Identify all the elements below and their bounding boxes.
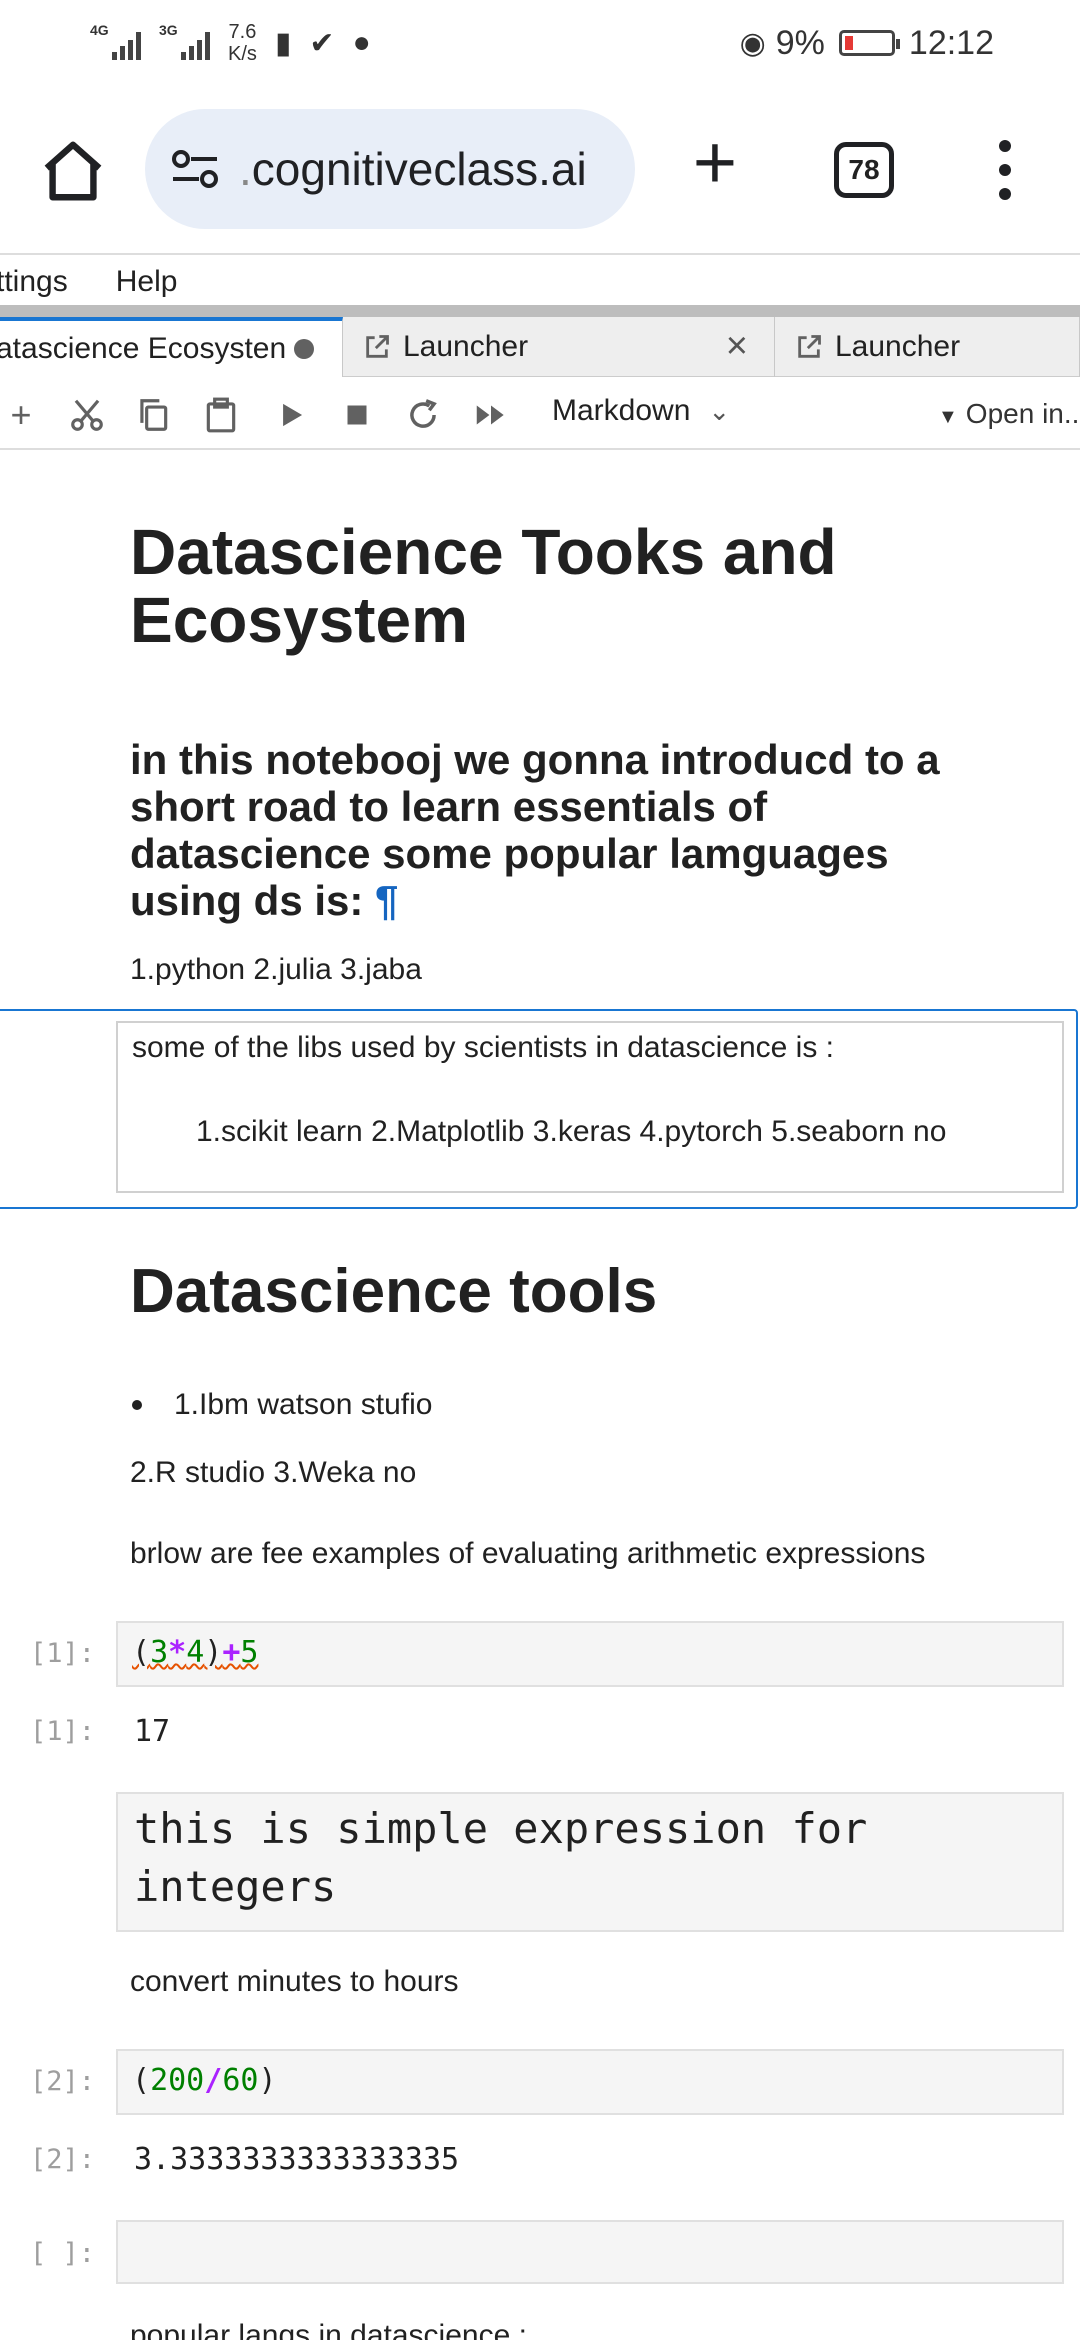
langs-text: 1.python 2.julia 3.jaba xyxy=(130,953,422,986)
home-icon[interactable] xyxy=(38,136,108,206)
new-tab-button[interactable]: + xyxy=(680,125,750,201)
site-settings-icon[interactable] xyxy=(169,149,221,189)
run-icon[interactable] xyxy=(272,396,310,434)
paste-icon[interactable] xyxy=(202,396,240,434)
status-bar: 4G 3G 7.6 K/s ▮ ✔ ● ◉ 9% 12:12 xyxy=(0,0,1080,86)
tab-launcher-1[interactable]: Launcher × xyxy=(343,317,775,377)
network-speed: 7.6 K/s xyxy=(228,21,257,65)
open-in-dropdown[interactable]: ▼ Open in... xyxy=(938,398,1080,430)
url-text[interactable]: .cognitiveclass.ai xyxy=(239,142,587,196)
notebook-tabbar: atascience Ecosysten Launcher × Launcher xyxy=(0,317,1080,377)
markdown-editor[interactable]: some of the libs used by scientists in d… xyxy=(116,1021,1064,1193)
chevron-down-icon: ⌄ xyxy=(708,395,731,426)
launch-icon xyxy=(366,335,389,358)
status-right: ◉ 9% 12:12 xyxy=(740,24,994,63)
examples-text: brlow are fee examples of evaluating ari… xyxy=(130,1537,926,1570)
notebook-toolbar: + Markdown ⌄ ▼ Open in... xyxy=(0,380,1080,450)
anchor-link-icon[interactable]: ¶ xyxy=(375,877,398,924)
browser-toolbar: .cognitiveclass.ai + 78 xyxy=(0,100,1080,240)
raw-cell[interactable]: this is simple expression for integers xyxy=(116,1792,1064,1932)
convert-text: convert minutes to hours xyxy=(130,1965,459,1998)
notebook-area[interactable]: Datascience Tooks and Ecosystem in this … xyxy=(0,452,1080,2340)
out2-prompt: [2]: xyxy=(30,2144,96,2175)
menu-settings[interactable]: ttings xyxy=(0,265,68,299)
jupyter-menubar: ttings Help xyxy=(0,253,1080,309)
eye-icon: ◉ xyxy=(739,26,766,60)
code-cell-2[interactable]: (200/60) xyxy=(116,2049,1064,2115)
add-cell-icon[interactable]: + xyxy=(2,396,40,434)
caret-down-icon: ▼ xyxy=(938,406,958,428)
alert-icon: ▮ xyxy=(274,26,292,60)
output-2: 3.3333333333333335 xyxy=(134,2142,460,2177)
close-tab-icon[interactable]: × xyxy=(726,327,748,365)
cell2-prompt: [2]: xyxy=(30,2066,96,2097)
restart-icon[interactable] xyxy=(404,396,442,434)
code-cell-3[interactable] xyxy=(116,2220,1064,2284)
bottom-text: popular langs in datascience : xyxy=(130,2319,527,2340)
launch-icon xyxy=(798,335,821,358)
tools-rest-text: 2.R studio 3.Weka no xyxy=(130,1456,417,1489)
clock: 12:12 xyxy=(908,23,994,62)
chat-icon: ● xyxy=(352,26,371,59)
notebook-title: Datascience Tooks and Ecosystem xyxy=(130,516,837,656)
bullet-dot xyxy=(132,1400,142,1410)
tab-launcher-2[interactable]: Launcher xyxy=(775,317,1080,377)
output-1: 17 xyxy=(134,1714,171,1749)
copy-icon[interactable] xyxy=(134,396,172,434)
out1-prompt: [1]: xyxy=(30,1716,96,1747)
menu-help[interactable]: Help xyxy=(116,265,178,299)
address-bar[interactable]: .cognitiveclass.ai xyxy=(145,109,635,229)
stop-icon[interactable] xyxy=(338,396,376,434)
battery-icon xyxy=(838,30,900,56)
more-menu-icon[interactable] xyxy=(990,140,1020,200)
cell3-prompt: [ ]: xyxy=(30,2238,96,2269)
fast-forward-icon[interactable] xyxy=(472,396,510,434)
cell-type-select[interactable]: Markdown ⌄ xyxy=(552,394,730,428)
status-left: 4G 3G 7.6 K/s ▮ ✔ ● xyxy=(90,21,371,65)
signal-4g-icon: 4G xyxy=(90,22,141,60)
panel-divider xyxy=(0,305,1080,317)
unsaved-dot-icon[interactable] xyxy=(294,339,315,359)
tab-switcher-button[interactable]: 78 xyxy=(834,142,894,198)
signal-3g-icon: 3G xyxy=(159,22,210,60)
cut-icon[interactable] xyxy=(68,396,106,434)
battery-percent: 9% xyxy=(775,23,825,62)
check-icon: ✔ xyxy=(309,26,335,60)
cell1-prompt: [1]: xyxy=(30,1638,96,1669)
tab-notebook[interactable]: atascience Ecosysten xyxy=(0,317,343,377)
tools-heading: Datascience tools xyxy=(130,1257,658,1326)
intro-heading: in this notebooj we gonna introducd to a… xyxy=(130,736,940,924)
tools-bullet-item: 1.Ibm watson stufio xyxy=(174,1388,433,1421)
code-cell-1[interactable]: (3*4)+5 xyxy=(116,1621,1064,1687)
